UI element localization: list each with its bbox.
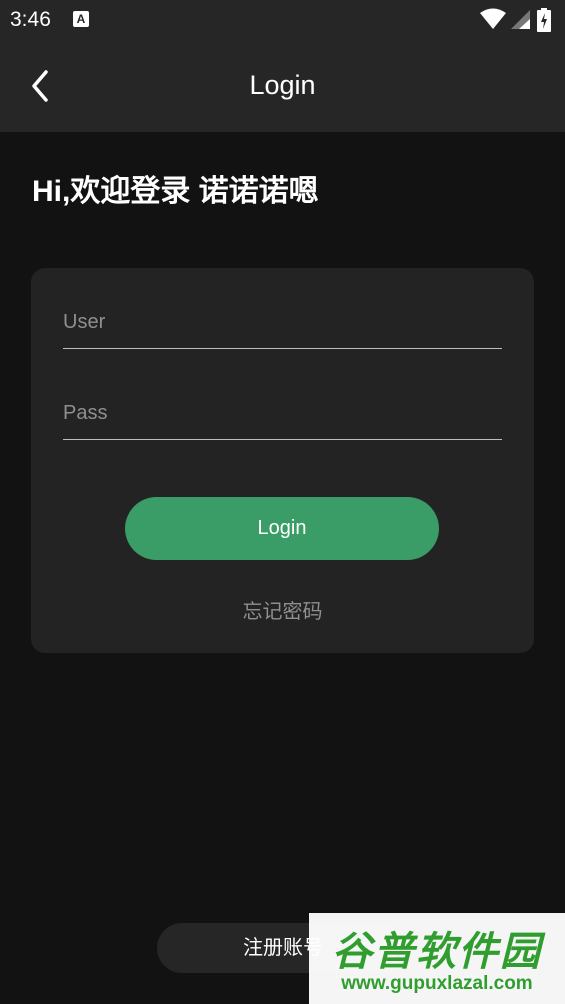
page-title: Login	[249, 70, 316, 100]
login-card: Login 忘记密码	[31, 268, 534, 653]
watermark-logo: 谷普软件园	[332, 930, 542, 974]
pass-input[interactable]	[63, 389, 502, 437]
signal-icon	[511, 10, 530, 29]
watermark-url: www.gupuxlazal.com	[341, 973, 533, 994]
login-button[interactable]: Login	[125, 497, 439, 560]
battery-icon	[537, 8, 551, 32]
a-notification-icon: A	[73, 11, 89, 27]
user-field	[63, 298, 502, 349]
app-bar: Login	[0, 40, 565, 132]
greeting-text: Hi,欢迎登录 诺诺诺嗯	[32, 175, 319, 208]
pass-field	[63, 389, 502, 440]
forgot-password-link[interactable]: 忘记密码	[31, 595, 534, 624]
status-bar: 3:46 A	[0, 0, 565, 40]
wifi-icon	[480, 8, 506, 29]
watermark: 谷普软件园 www.gupuxlazal.com	[309, 913, 565, 1004]
status-time: 3:46	[10, 8, 51, 31]
user-input[interactable]	[63, 298, 502, 346]
